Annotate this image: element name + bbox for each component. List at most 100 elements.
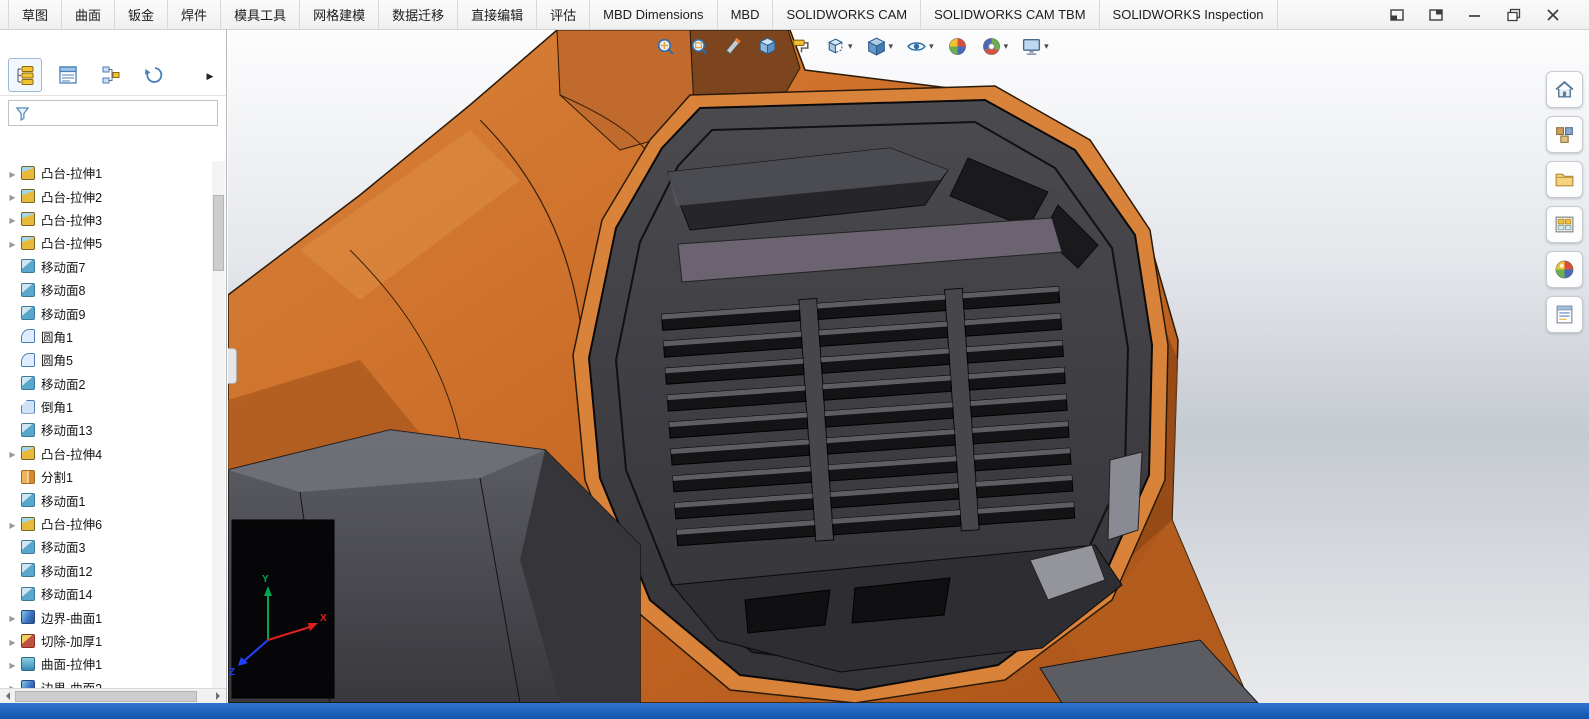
doc-restore-icon[interactable] (1427, 7, 1444, 22)
tree-item[interactable]: 边界-曲面2 (0, 676, 211, 688)
tree-item[interactable]: 移动面14 (0, 582, 211, 605)
more-manager-tabs-icon[interactable] (202, 66, 218, 84)
tree-item[interactable]: 圆角5 (0, 348, 211, 371)
view-orientation-icon[interactable] (864, 34, 896, 59)
tree-item-label: 凸台-拉伸2 (41, 187, 102, 206)
move-face-icon (21, 587, 35, 601)
scroll-left-button[interactable] (0, 689, 15, 704)
tree-item[interactable]: 凸台-拉伸4 (0, 442, 211, 465)
tree-item[interactable]: 边界-曲面1 (0, 605, 211, 628)
panel-collapse-handle[interactable] (228, 348, 237, 384)
property-manager-tab-icon[interactable] (51, 58, 85, 92)
file-explorer-icon[interactable] (1546, 161, 1583, 198)
view-selector-icon[interactable] (789, 34, 814, 59)
tree-item-label: 移动面9 (41, 304, 85, 323)
tree-item[interactable]: 切除-加厚1 (0, 629, 211, 652)
display-style-icon[interactable] (823, 34, 855, 59)
menu-tab-surfaces[interactable]: 曲面 (62, 0, 115, 29)
tree-item[interactable]: 凸台-拉伸3 (0, 208, 211, 231)
section-view-icon[interactable] (721, 34, 746, 59)
tree-item[interactable]: 移动面8 (0, 278, 211, 301)
move-face-icon (21, 283, 35, 297)
vertical-scrollbar[interactable] (212, 161, 225, 688)
boss-extrude-icon (21, 189, 35, 203)
tree-item[interactable]: 移动面9 (0, 301, 211, 324)
boss-extrude-icon (21, 236, 35, 250)
restore-icon[interactable] (1505, 7, 1522, 22)
expand-arrow-icon[interactable] (4, 166, 21, 180)
tree-item[interactable]: 凸台-拉伸2 (0, 184, 211, 207)
expand-arrow-icon[interactable] (4, 610, 21, 624)
zoom-to-area-icon[interactable] (687, 34, 712, 59)
tree-item-label: 边界-曲面2 (41, 678, 102, 688)
tree-item-label: 凸台-拉伸4 (41, 444, 102, 463)
expand-arrow-icon[interactable] (4, 212, 21, 226)
menu-tab-direct-editing[interactable]: 直接编辑 (458, 0, 537, 29)
tree-item[interactable]: 凸台-拉伸1 (0, 161, 211, 184)
tree-item[interactable]: 移动面7 (0, 255, 211, 278)
tree-item-label: 倒角1 (41, 397, 73, 416)
menu-tab-solidworks-inspection[interactable]: SOLIDWORKS Inspection (1100, 0, 1278, 29)
tree-item[interactable]: 移动面12 (0, 559, 211, 582)
tree-filter-input[interactable] (8, 100, 218, 126)
expand-arrow-icon[interactable] (4, 657, 21, 671)
menu-tab-solidworks-cam[interactable]: SOLIDWORKS CAM (773, 0, 921, 29)
menu-tab-evaluate[interactable]: 评估 (537, 0, 590, 29)
tree-item[interactable]: 移动面2 (0, 372, 211, 395)
vertical-scrollbar-thumb[interactable] (213, 195, 224, 271)
close-icon[interactable] (1544, 7, 1561, 22)
expand-arrow-icon[interactable] (4, 634, 21, 648)
tree-item[interactable]: 移动面13 (0, 418, 211, 441)
view-palette-icon[interactable] (1546, 206, 1583, 243)
zoom-to-fit-icon[interactable] (653, 34, 678, 59)
minimize-icon[interactable] (1466, 7, 1483, 22)
feature-manager-tab-icon[interactable] (8, 58, 42, 92)
menu-tab-mesh-modeling[interactable]: 网格建模 (300, 0, 379, 29)
tree-item-label: 移动面12 (41, 561, 92, 580)
expand-arrow-icon[interactable] (4, 517, 21, 531)
menu-tab-sketch[interactable]: 草图 (8, 0, 62, 29)
view-settings-icon[interactable] (1019, 34, 1051, 59)
expand-arrow-icon[interactable] (4, 236, 21, 250)
menu-tab-mbd[interactable]: MBD (718, 0, 774, 29)
menu-tab-weldments[interactable]: 焊件 (168, 0, 221, 29)
tree-item[interactable]: 凸台-拉伸5 (0, 231, 211, 254)
tree-item-label: 移动面7 (41, 257, 85, 276)
surface-extrude-icon (21, 657, 35, 671)
tree-item[interactable]: 倒角1 (0, 395, 211, 418)
appearances-icon[interactable] (1546, 251, 1583, 288)
tree-item[interactable]: 圆角1 (0, 325, 211, 348)
expand-arrow-icon[interactable] (4, 189, 21, 203)
apply-scene-icon[interactable] (979, 34, 1011, 59)
tree-item-label: 移动面3 (41, 537, 85, 556)
tree-item-label: 曲面-拉伸1 (41, 654, 102, 673)
horizontal-scrollbar[interactable] (0, 688, 226, 703)
design-library-icon[interactable] (1546, 116, 1583, 153)
menu-tab-solidworks-cam-tbm[interactable]: SOLIDWORKS CAM TBM (921, 0, 1099, 29)
move-face-icon (21, 493, 35, 507)
graphics-viewport[interactable]: Y X Z (228, 30, 1589, 703)
menu-tab-mold-tools[interactable]: 模具工具 (221, 0, 300, 29)
expand-arrow-icon[interactable] (4, 680, 21, 688)
scroll-right-button[interactable] (211, 689, 226, 704)
status-bar (0, 703, 1589, 719)
tree-item[interactable]: 移动面1 (0, 488, 211, 511)
menu-tab-mbd-dimensions[interactable]: MBD Dimensions (590, 0, 717, 29)
3d-drawing-view-icon[interactable] (755, 34, 780, 59)
hide-show-items-icon[interactable] (904, 34, 936, 59)
edit-appearance-icon[interactable] (945, 34, 970, 59)
tree-item[interactable]: 曲面-拉伸1 (0, 652, 211, 675)
tree-item[interactable]: 分割1 (0, 465, 211, 488)
tree-item[interactable]: 移动面3 (0, 535, 211, 558)
configuration-manager-tab-icon[interactable] (94, 58, 128, 92)
horizontal-scrollbar-thumb[interactable] (15, 691, 197, 702)
menu-tab-data-migration[interactable]: 数据迁移 (379, 0, 458, 29)
tree-item[interactable]: 凸台-拉伸6 (0, 512, 211, 535)
menu-tab-sheet-metal[interactable]: 钣金 (115, 0, 168, 29)
feature-manager-panel: 凸台-拉伸1 凸台-拉伸2 凸台-拉伸3 凸台-拉伸5 移动面7 移动面8 移动… (0, 30, 227, 703)
doc-minimize-icon[interactable] (1388, 7, 1405, 22)
expand-arrow-icon[interactable] (4, 446, 21, 460)
custom-properties-icon[interactable] (1546, 296, 1583, 333)
home-icon[interactable] (1546, 71, 1583, 108)
display-manager-tab-icon[interactable] (137, 58, 171, 92)
